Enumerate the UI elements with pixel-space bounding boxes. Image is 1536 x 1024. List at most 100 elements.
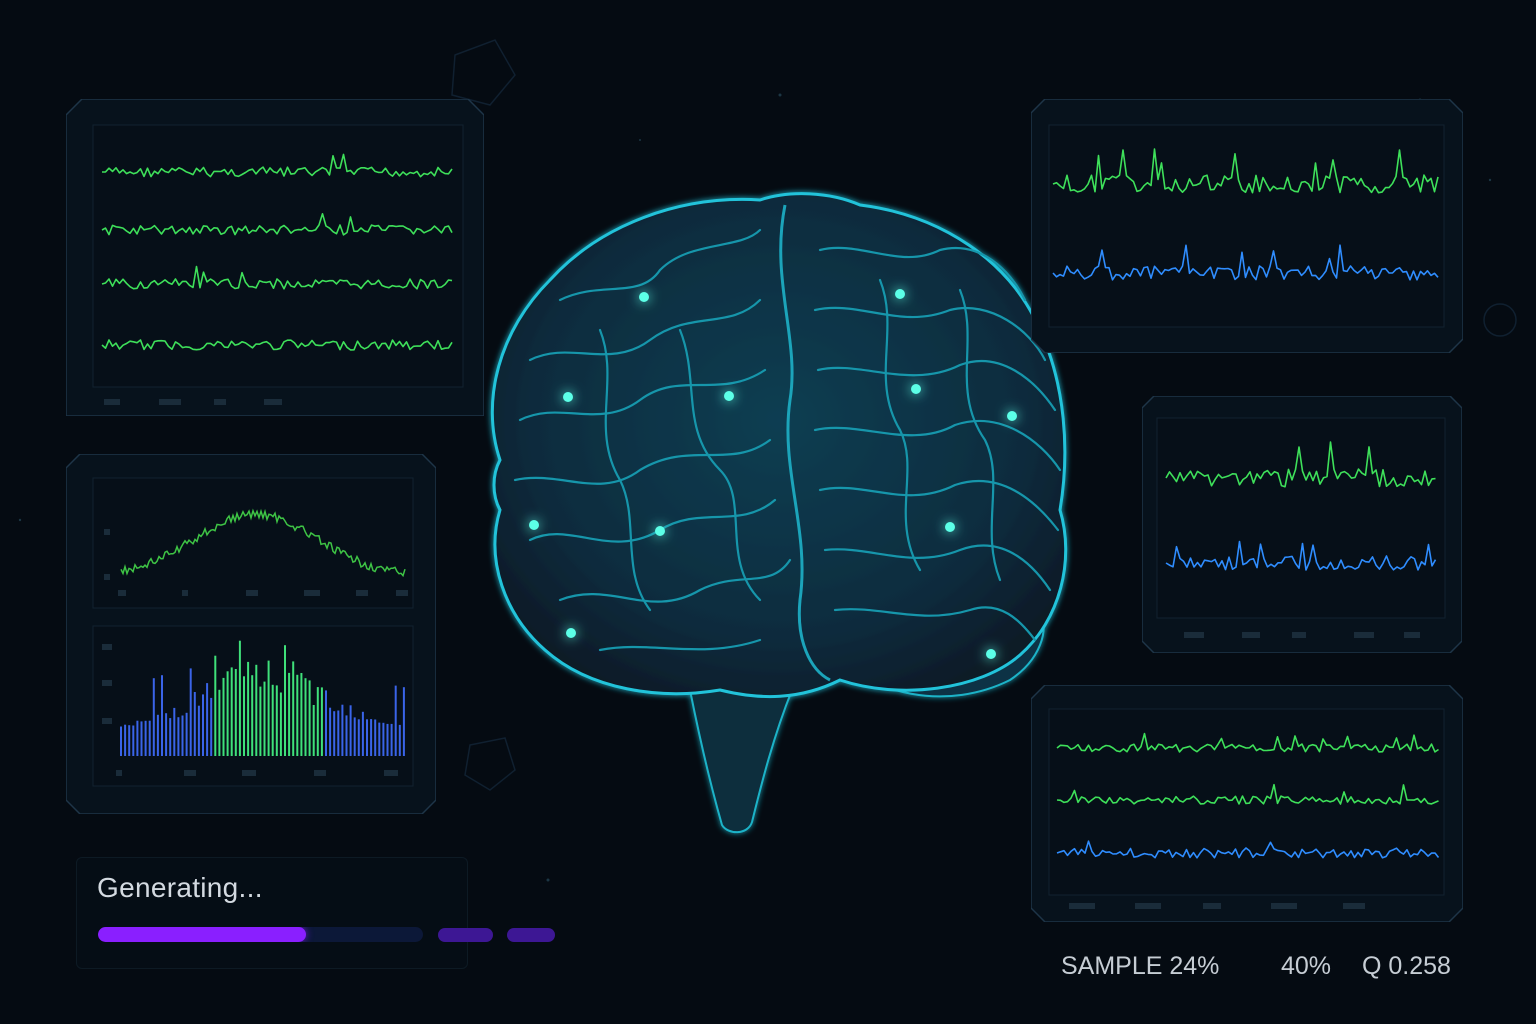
pending-segment-2 bbox=[507, 928, 555, 942]
histogram-bar bbox=[263, 681, 266, 756]
histogram-bar bbox=[165, 713, 168, 756]
histogram-bar bbox=[366, 719, 368, 756]
electrode-dot bbox=[986, 649, 996, 659]
histogram-bar bbox=[173, 707, 176, 756]
histogram-bar bbox=[132, 725, 135, 756]
histogram-bar bbox=[345, 715, 348, 756]
status-text: Generating... bbox=[97, 872, 263, 903]
histogram-bar bbox=[136, 720, 139, 756]
electrode-dot bbox=[529, 520, 539, 530]
quality-stat: Q 0.258 bbox=[1362, 952, 1451, 980]
plot-area bbox=[1048, 708, 1445, 896]
histogram-bar bbox=[316, 687, 319, 756]
histogram-bar bbox=[308, 680, 311, 756]
histogram-bar bbox=[120, 726, 122, 756]
histogram-bar bbox=[144, 720, 147, 756]
plot-area bbox=[1048, 124, 1445, 328]
histogram-bar bbox=[185, 712, 188, 756]
histogram-bar bbox=[152, 678, 155, 756]
eeg-panel-top-left bbox=[66, 99, 484, 416]
histogram-bar bbox=[296, 674, 299, 756]
histogram-bar bbox=[230, 667, 233, 756]
histogram-bar bbox=[206, 683, 209, 756]
histogram-bar bbox=[394, 685, 397, 756]
histogram-bar bbox=[128, 725, 131, 756]
histogram-bar bbox=[353, 717, 356, 756]
histogram-bar bbox=[238, 640, 241, 756]
electrode-dot bbox=[1007, 411, 1017, 421]
brain-illustration bbox=[490, 192, 1068, 834]
density-plot-area bbox=[92, 477, 414, 609]
histogram-bar bbox=[222, 677, 225, 756]
sample-stat: SAMPLE 24% bbox=[1061, 952, 1220, 980]
electrode-dot bbox=[945, 522, 955, 532]
electrode-dot bbox=[895, 289, 905, 299]
electrode-dot bbox=[639, 292, 649, 302]
histogram-bar bbox=[402, 687, 405, 756]
electrode-dot bbox=[563, 392, 573, 402]
histogram-bar bbox=[177, 717, 180, 756]
histogram-bar bbox=[341, 704, 344, 756]
histogram-bar bbox=[329, 707, 332, 756]
plot-area bbox=[92, 124, 464, 388]
histogram-bar bbox=[251, 675, 254, 756]
progress-fill bbox=[98, 927, 306, 942]
histogram-bar bbox=[361, 711, 364, 756]
histogram-bar bbox=[243, 676, 245, 756]
histogram-bar bbox=[312, 705, 315, 756]
histogram-bar bbox=[304, 678, 307, 756]
histogram-bar bbox=[247, 661, 250, 756]
histogram-bar bbox=[349, 705, 352, 756]
histogram-bar bbox=[255, 664, 258, 756]
eeg-panel-bottom-right bbox=[1031, 685, 1463, 922]
histogram-bar bbox=[226, 671, 229, 756]
histogram-bar bbox=[333, 711, 336, 756]
brain-outline bbox=[490, 192, 1068, 699]
histogram-bar bbox=[161, 675, 163, 756]
electrode-dot bbox=[724, 391, 734, 401]
histogram-bar bbox=[398, 724, 401, 756]
plot-area bbox=[1156, 417, 1446, 619]
histogram-bar bbox=[267, 660, 270, 756]
histogram-bar bbox=[271, 684, 274, 756]
histogram-bar bbox=[214, 655, 217, 756]
pending-segment-1 bbox=[438, 928, 493, 942]
histogram-bar bbox=[374, 719, 377, 756]
brain-stem bbox=[688, 689, 794, 834]
histogram-bar bbox=[197, 705, 200, 756]
histogram-bar bbox=[378, 722, 381, 756]
histogram-bar bbox=[140, 721, 143, 756]
histogram-bar bbox=[337, 710, 340, 756]
histogram-bar bbox=[210, 697, 213, 756]
eeg-panel-middle-right bbox=[1142, 396, 1462, 653]
histogram-bar bbox=[390, 723, 393, 756]
spectrum-panel-bottom-left bbox=[66, 454, 436, 814]
histogram-bar bbox=[156, 714, 159, 756]
histogram-bar bbox=[288, 672, 291, 756]
histogram-bar bbox=[325, 690, 327, 756]
histogram-bar bbox=[181, 715, 184, 756]
histogram-bar bbox=[193, 692, 196, 756]
histogram-bar bbox=[148, 720, 151, 756]
histogram-bar bbox=[234, 669, 237, 756]
percent-stat: 40% bbox=[1281, 952, 1332, 980]
histogram-bar bbox=[279, 692, 282, 756]
histogram-bar bbox=[169, 718, 172, 756]
histogram-bar bbox=[124, 724, 127, 756]
histogram-bar bbox=[259, 686, 262, 756]
histogram-bar bbox=[202, 694, 204, 756]
histogram-bar bbox=[275, 685, 278, 756]
histogram-bar bbox=[189, 668, 192, 756]
eeg-panel-top-right bbox=[1031, 99, 1463, 353]
electrode-dot bbox=[655, 526, 665, 536]
histogram-bar bbox=[382, 722, 385, 756]
histogram-bar bbox=[320, 687, 323, 756]
histogram-bar bbox=[370, 719, 373, 756]
histogram-bar bbox=[386, 723, 389, 756]
histogram-bar bbox=[292, 661, 295, 756]
histogram-bar bbox=[284, 645, 286, 756]
histogram-bar bbox=[357, 719, 360, 756]
electrode-dot bbox=[566, 628, 576, 638]
histogram-bar bbox=[218, 689, 221, 756]
progress-bar bbox=[98, 927, 423, 942]
